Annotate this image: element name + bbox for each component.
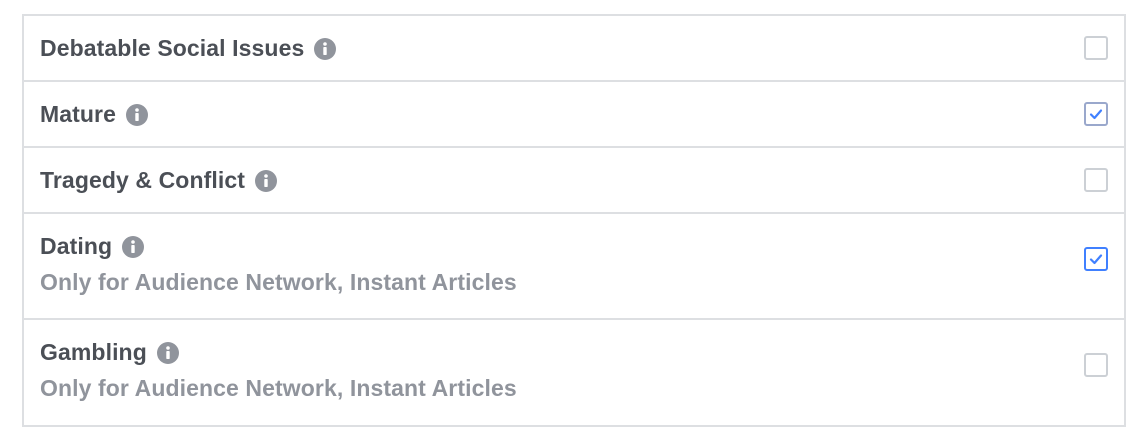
category-title: Tragedy & Conflict [40, 166, 245, 193]
category-title-line: Dating [40, 231, 145, 261]
category-title-line: Mature [40, 99, 149, 129]
checkmark-icon [1089, 109, 1103, 120]
category-checkbox-mature[interactable] [1084, 102, 1108, 126]
category-exclusion-list: Debatable Social Issues Mature Tragedy &… [22, 14, 1126, 427]
category-title: Dating [40, 232, 113, 259]
category-row-debatable-social-issues: Debatable Social Issues [24, 16, 1124, 82]
category-title-line: Tragedy & Conflict [40, 165, 277, 195]
info-icon[interactable] [122, 236, 145, 258]
category-title: Gambling [40, 338, 147, 365]
info-icon[interactable] [156, 342, 179, 364]
category-row-tragedy-conflict: Tragedy & Conflict [24, 148, 1124, 214]
category-row-mature: Mature [24, 82, 1124, 148]
category-title-line: Debatable Social Issues [40, 33, 337, 63]
category-checkbox-gambling[interactable] [1084, 353, 1108, 377]
info-icon[interactable] [126, 104, 149, 126]
category-subtitle: Only for Audience Network, Instant Artic… [40, 375, 517, 401]
category-subtitle: Only for Audience Network, Instant Artic… [40, 269, 517, 295]
info-icon[interactable] [255, 170, 277, 192]
info-icon[interactable] [314, 38, 337, 60]
category-title: Debatable Social Issues [40, 34, 305, 61]
category-checkbox-dating[interactable] [1084, 247, 1108, 271]
category-row-gambling: Gambling Only for Audience Network, Inst… [24, 320, 1124, 425]
category-title: Mature [40, 100, 117, 127]
category-checkbox-tragedy-conflict[interactable] [1084, 168, 1108, 192]
category-title-line: Gambling [40, 337, 179, 367]
category-row-dating: Dating Only for Audience Network, Instan… [24, 214, 1124, 320]
category-checkbox-debatable-social-issues[interactable] [1084, 36, 1108, 60]
checkmark-icon [1089, 254, 1103, 265]
